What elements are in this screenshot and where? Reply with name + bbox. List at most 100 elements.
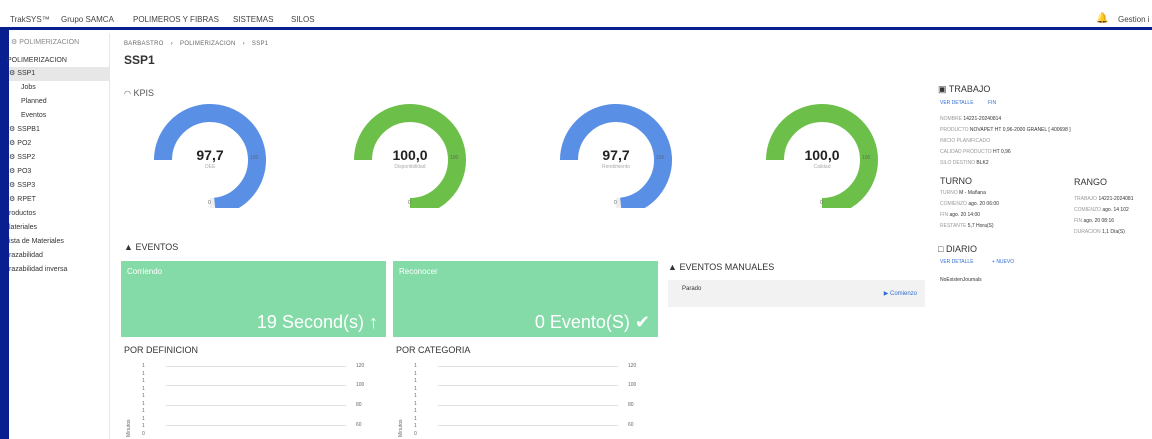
chart-tick-label: 80 <box>356 402 362 408</box>
gauge-value: 100,0 <box>392 147 428 163</box>
gauge-min: 0 <box>208 200 211 206</box>
por-categoria-title: POR CATEGORIA <box>396 345 471 355</box>
chart-gridline <box>166 385 346 386</box>
chart-gridline <box>438 425 618 426</box>
sidebar-item-sspb1[interactable]: ⚙ SSPB1 <box>9 123 40 137</box>
bell-icon[interactable]: 🔔 <box>1096 13 1108 24</box>
warning-icon: ▲ <box>668 262 677 272</box>
trabajo-calidad: CALIDAD PRODUCTO HT 0,96 <box>940 149 1011 155</box>
sidebar-item-jobs[interactable]: Jobs <box>21 81 36 95</box>
chart-ylabel: Minutos <box>126 419 132 437</box>
gauge-value: 97,7 <box>602 147 630 163</box>
brand-logo[interactable]: TrakSYS™ <box>10 15 50 24</box>
nav-sistemas[interactable]: SISTEMAS <box>233 15 273 24</box>
chart-tick-label: 60 <box>356 422 362 428</box>
trabajo-ver-detalle-link[interactable]: VER DETALLE <box>940 100 974 106</box>
top-navbar: TrakSYS™ Grupo SAMCA POLIMEROS Y FIBRAS … <box>0 0 1152 30</box>
sidebar-header[interactable]: ⚙ POLIMERIZACION <box>11 36 79 50</box>
gear-icon: ⚙ <box>9 70 16 77</box>
sidebar-item-ssp2[interactable]: ⚙ SSP2 <box>9 151 35 165</box>
card-corriendo[interactable]: Corriendo 19 Second(s) ↑ <box>121 261 386 337</box>
sidebar-item-po2[interactable]: ⚙ PO2 <box>9 137 31 151</box>
trabajo-nombre: NOMBRE 14221-20240814 <box>940 116 1002 122</box>
card-reconocer-value: 0 Evento(S) ✔ <box>534 312 650 332</box>
nav-silos[interactable]: SILOS <box>291 15 315 24</box>
breadcrumb-polimerizacion[interactable]: POLIMERIZACION <box>180 41 236 47</box>
chart-row-value: 1 <box>142 400 145 407</box>
chart-gridline <box>166 405 346 406</box>
chart-gridline <box>166 425 346 426</box>
trabajo-fin-link[interactable]: FIN <box>988 100 996 106</box>
chart-gridline <box>438 405 618 406</box>
play-icon: ▶ <box>883 291 889 297</box>
chart-gridline <box>438 385 618 386</box>
group-link[interactable]: Grupo SAMCA <box>61 15 114 24</box>
rango-fin: FIN ago. 20 08:16 <box>1074 218 1115 224</box>
comienzo-button[interactable]: ▶ Comienzo <box>884 290 917 297</box>
turno-comienzo: COMIENZO ago. 20 06:00 <box>940 201 999 207</box>
manual-event-label: Parado <box>682 286 702 292</box>
sidebar-item-planned[interactable]: Planned <box>21 95 47 109</box>
sidebar-item-materiales[interactable]: lateriales <box>9 221 37 235</box>
chart-tick-label: 120 <box>628 363 637 369</box>
card-reconocer[interactable]: Reconocer 0 Evento(S) ✔ <box>393 261 658 337</box>
sidebar-item-rpet[interactable]: ⚙ RPET <box>9 193 36 207</box>
rango-trabajo: TRABAJO 14221-2024081 <box>1074 196 1134 202</box>
chart-row-value: 0 <box>142 430 145 437</box>
user-menu[interactable]: Gestion i <box>1118 15 1150 24</box>
rango-title: RANGO <box>1074 177 1108 187</box>
manual-event-row: Parado ▶ Comienzo <box>668 280 925 307</box>
arrow-up-icon: ↑ <box>369 312 378 332</box>
gauge-label: Disponibilidad <box>394 164 426 170</box>
diario-title: □ DIARIO <box>938 244 977 254</box>
nav-polimeros[interactable]: POLIMEROS Y FIBRAS <box>133 15 219 24</box>
chart-row-value: 1 <box>142 363 145 369</box>
gear-icon: ⚙ <box>9 126 16 133</box>
sidebar-item-po3[interactable]: ⚙ PO3 <box>9 165 31 179</box>
eventos-title: ▲ EVENTOS <box>124 242 179 252</box>
sidebar-item-trazabilidad-inversa[interactable]: razabilidad inversa <box>9 263 67 277</box>
sidebar-item-ssp1[interactable]: ⚙ SSP1 <box>9 67 110 81</box>
breadcrumb-ssp1: SSP1 <box>251 41 269 47</box>
warning-icon: ▲ <box>124 242 133 252</box>
gauge-icon: ◠ <box>124 89 131 98</box>
plus-icon: + <box>992 259 995 265</box>
diario-empty: NoExistenJournals <box>940 277 982 283</box>
chart-row-value: 1 <box>414 393 417 399</box>
trabajo-title: ▣ TRABAJO <box>938 84 991 94</box>
sidebar-item-productos[interactable]: roductos <box>9 207 36 221</box>
chart-row-value: 1 <box>414 415 417 422</box>
chart-row-value: 1 <box>414 385 417 392</box>
gauge-min: 0 <box>614 200 617 206</box>
diario-nuevo-link[interactable]: + NUEVO <box>992 259 1014 265</box>
eventos-manuales-title: ▲ EVENTOS MANUALES <box>668 262 775 272</box>
turno-fin: FIN ago. 20 14:00 <box>940 212 981 218</box>
chart-row-value: 1 <box>142 423 145 429</box>
chart-row-value: 1 <box>142 408 145 414</box>
sidebar-section[interactable]: POLIMERIZACION <box>7 54 67 68</box>
chart-row-value: 1 <box>414 400 417 407</box>
sidebar-item-eventos[interactable]: Eventos <box>21 109 46 123</box>
rango-duracion: DURACION 1,1 Día(S) <box>1074 229 1125 235</box>
gauge-min: 0 <box>820 200 823 206</box>
gauge-max: 100 <box>450 155 459 161</box>
gauge-label: Calidad <box>813 164 831 170</box>
por-definicion-title: POR DEFINICION <box>124 345 199 355</box>
chart-row-value: 1 <box>142 378 145 384</box>
gear-icon: ⚙ <box>9 140 16 147</box>
gauge-label: OEE <box>204 164 216 170</box>
trabajo-silo: SILO DESTINO BLK2 <box>940 160 989 166</box>
sidebar-item-lista-materiales[interactable]: ista de Materiales <box>9 235 64 249</box>
breadcrumb-barbastro[interactable]: BARBASTRO <box>124 41 164 47</box>
journal-icon: □ <box>938 244 944 254</box>
chart-gridline <box>438 366 618 367</box>
chart-row-value: 1 <box>142 415 145 422</box>
gauge-value: 100,0 <box>804 147 840 163</box>
card-corriendo-title: Corriendo <box>127 267 163 276</box>
turno-turno: TURNO M - Mañana <box>940 190 986 196</box>
sidebar-item-ssp3[interactable]: ⚙ SSP3 <box>9 179 35 193</box>
diario-ver-detalle-link[interactable]: VER DETALLE <box>940 259 974 265</box>
card-corriendo-value: 19 Second(s) ↑ <box>256 312 378 332</box>
sidebar-item-trazabilidad[interactable]: razabilidad <box>9 249 43 263</box>
chart-tick-label: 100 <box>628 382 637 388</box>
